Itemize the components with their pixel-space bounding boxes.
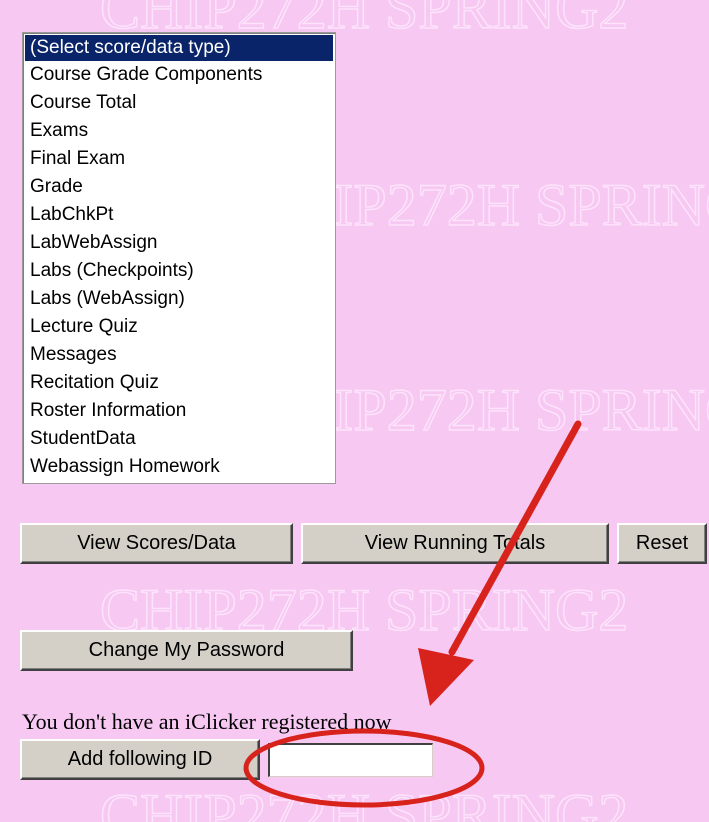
list-option[interactable]: Exams bbox=[23, 117, 335, 145]
iclicker-id-input[interactable] bbox=[268, 743, 433, 777]
list-option[interactable]: Final Exam bbox=[23, 145, 335, 173]
list-option[interactable]: Course Total bbox=[23, 89, 335, 117]
list-option[interactable]: Roster Information bbox=[23, 397, 335, 425]
watermark-text: CHIP272H SPRING2 bbox=[100, 782, 628, 822]
view-scores-button[interactable]: View Scores/Data bbox=[20, 523, 293, 564]
list-option[interactable]: Messages bbox=[23, 341, 335, 369]
view-running-totals-button[interactable]: View Running Totals bbox=[301, 523, 609, 564]
list-option[interactable]: (Select score/data type) bbox=[25, 35, 333, 61]
list-option[interactable]: Grade bbox=[23, 173, 335, 201]
list-option[interactable]: Recitation Quiz bbox=[23, 369, 335, 397]
arrow-icon bbox=[418, 420, 582, 706]
list-option[interactable]: Lecture Quiz bbox=[23, 313, 335, 341]
list-option[interactable]: Labs (WebAssign) bbox=[23, 285, 335, 313]
list-option[interactable]: LabWebAssign bbox=[23, 229, 335, 257]
list-option[interactable]: Labs (Checkpoints) bbox=[23, 257, 335, 285]
iclicker-status-message: You don't have an iClicker registered no… bbox=[22, 709, 392, 734]
list-option[interactable]: LabChkPt bbox=[23, 201, 335, 229]
add-iclicker-id-button[interactable]: Add following ID bbox=[20, 739, 260, 780]
score-type-listbox[interactable]: (Select score/data type) Course Grade Com… bbox=[22, 32, 336, 484]
reset-button[interactable]: Reset bbox=[617, 523, 707, 564]
list-option[interactable]: Webassign Homework bbox=[23, 453, 335, 481]
list-option[interactable]: Course Grade Components bbox=[23, 61, 335, 89]
list-option[interactable]: StudentData bbox=[23, 425, 335, 453]
change-password-button[interactable]: Change My Password bbox=[20, 630, 353, 671]
